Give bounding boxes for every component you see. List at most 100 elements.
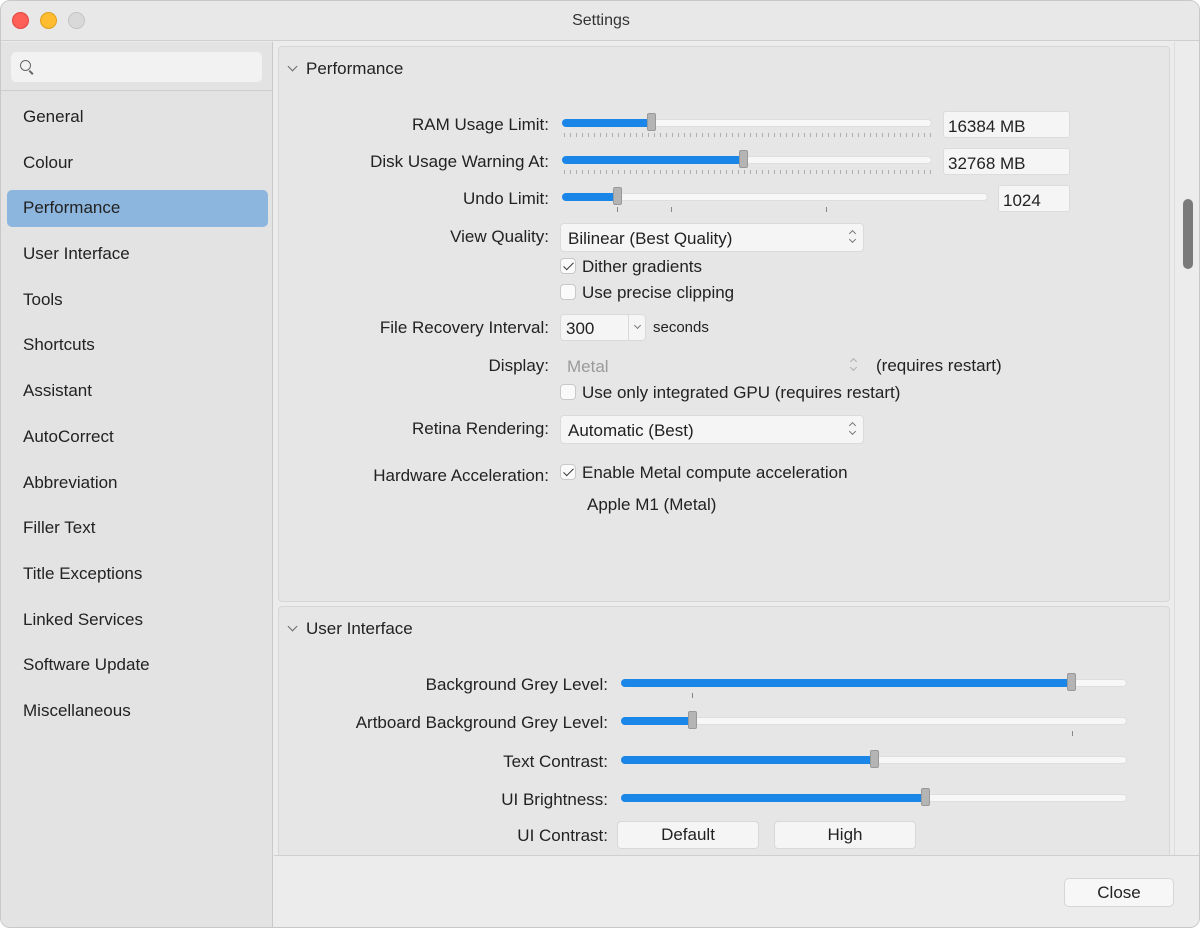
ui-contrast-high-button[interactable]: High <box>774 821 916 849</box>
sidebar-item-general[interactable]: General <box>1 94 272 140</box>
checkbox-unchecked[interactable] <box>560 384 576 400</box>
sidebar-item-label: Abbreviation <box>23 472 118 492</box>
sidebar: General Colour Performance User Interfac… <box>1 42 273 927</box>
sidebar-item-label: Colour <box>23 152 74 172</box>
sidebar-item-miscellaneous[interactable]: Miscellaneous <box>1 688 272 734</box>
sidebar-item-autocorrect[interactable]: AutoCorrect <box>1 414 272 460</box>
ui-contrast-label: UI Contrast: <box>517 826 608 845</box>
slider-fill <box>562 193 618 201</box>
file-recovery-label: File Recovery Interval: <box>379 318 549 337</box>
sidebar-item-linked-services[interactable]: Linked Services <box>1 597 272 643</box>
retina-rendering-value: Automatic (Best) <box>568 421 694 440</box>
slider-thumb[interactable] <box>870 750 879 768</box>
background-grey-slider[interactable] <box>621 673 1127 698</box>
chevron-down-icon[interactable] <box>628 315 645 340</box>
ram-limit-slider[interactable] <box>562 113 934 137</box>
ram-limit-field[interactable]: 16384 MB <box>943 111 1070 138</box>
file-recovery-value: 300 <box>566 319 595 338</box>
checkbox-unchecked[interactable] <box>560 284 576 300</box>
disk-warning-field[interactable]: 32768 MB <box>943 148 1070 175</box>
file-recovery-unit: seconds <box>653 319 709 336</box>
sidebar-item-assistant[interactable]: Assistant <box>1 368 272 414</box>
checkbox-checked[interactable] <box>560 464 576 480</box>
slider-fill <box>621 756 874 764</box>
disk-warning-label: Disk Usage Warning At: <box>370 152 549 171</box>
view-quality-label: View Quality: <box>450 227 549 246</box>
sidebar-item-title-exceptions[interactable]: Title Exceptions <box>1 551 272 597</box>
slider-fill <box>562 156 744 164</box>
slider-thumb[interactable] <box>739 150 749 168</box>
text-contrast-label: Text Contrast: <box>503 752 608 771</box>
performance-header-label: Performance <box>306 59 404 78</box>
sidebar-item-filler-text[interactable]: Filler Text <box>1 505 272 551</box>
slider-ticks <box>564 170 934 174</box>
ui-brightness-slider[interactable] <box>621 788 1127 806</box>
chevron-down-icon <box>287 621 298 632</box>
artboard-grey-label: Artboard Background Grey Level: <box>355 713 608 732</box>
search-field[interactable] <box>11 52 262 82</box>
view-quality-popup[interactable]: Bilinear (Best Quality) <box>560 223 864 252</box>
close-button[interactable]: Close <box>1064 878 1174 907</box>
slider-thumb[interactable] <box>920 788 930 806</box>
performance-header[interactable]: Performance <box>287 59 404 79</box>
user-interface-header[interactable]: User Interface <box>287 619 413 639</box>
slider-tick <box>826 207 827 212</box>
ram-limit-label: RAM Usage Limit: <box>412 115 549 134</box>
disk-warning-slider[interactable] <box>562 150 934 174</box>
chevron-down-icon <box>287 61 298 72</box>
slider-ticks <box>564 133 934 137</box>
undo-limit-label: Undo Limit: <box>463 189 549 208</box>
slider-track <box>621 717 1127 725</box>
undo-limit-slider[interactable] <box>562 187 988 212</box>
retina-rendering-label: Retina Rendering: <box>411 419 549 438</box>
display-label: Display: <box>488 356 549 375</box>
sidebar-item-label: Performance <box>23 198 121 218</box>
text-contrast-slider[interactable] <box>621 750 1127 768</box>
slider-tick <box>692 693 693 698</box>
sidebar-divider <box>1 90 272 91</box>
sidebar-item-label: User Interface <box>23 244 130 264</box>
sidebar-item-user-interface[interactable]: User Interface <box>1 231 272 277</box>
checkbox-checked[interactable] <box>560 258 576 274</box>
slider-fill <box>621 679 1072 687</box>
slider-thumb[interactable] <box>687 711 697 729</box>
artboard-grey-slider[interactable] <box>621 711 1127 736</box>
ui-brightness-label: UI Brightness: <box>501 790 608 809</box>
footer-bar: Close <box>274 855 1199 927</box>
up-down-arrows-icon <box>850 358 857 373</box>
ui-contrast-default-button[interactable]: Default <box>617 821 759 849</box>
slider-fill <box>621 794 925 802</box>
scrollbar-thumb[interactable] <box>1183 199 1193 269</box>
sidebar-item-shortcuts[interactable]: Shortcuts <box>1 322 272 368</box>
slider-thumb[interactable] <box>646 113 656 131</box>
slider-tick <box>671 207 672 212</box>
sidebar-item-label: Title Exceptions <box>23 563 143 583</box>
vertical-scrollbar[interactable] <box>1174 42 1199 855</box>
display-popup: Metal <box>560 352 864 381</box>
sidebar-item-colour[interactable]: Colour <box>1 140 272 186</box>
slider-thumb[interactable] <box>613 187 623 205</box>
slider-tick <box>617 207 618 212</box>
up-down-arrows-icon <box>849 422 856 437</box>
retina-rendering-popup[interactable]: Automatic (Best) <box>560 415 864 444</box>
slider-thumb[interactable] <box>1067 673 1077 691</box>
sidebar-item-tools[interactable]: Tools <box>1 277 272 323</box>
undo-limit-field[interactable]: 1024 <box>998 185 1070 212</box>
sidebar-item-label: Software Update <box>23 655 150 675</box>
performance-panel: Performance RAM Usage Limit: 16384 MB Di… <box>278 46 1170 602</box>
sidebar-item-label: General <box>23 107 84 126</box>
sidebar-item-performance[interactable]: Performance <box>1 185 272 231</box>
sidebar-item-label: Shortcuts <box>23 335 95 355</box>
file-recovery-combo[interactable]: 300 <box>560 314 646 341</box>
sidebar-item-label: AutoCorrect <box>23 426 114 446</box>
hardware-acceleration-label: Hardware Acceleration: <box>373 466 549 485</box>
sidebar-item-abbreviation[interactable]: Abbreviation <box>1 460 272 506</box>
search-icon <box>20 60 31 71</box>
window-title: Settings <box>572 12 630 29</box>
sidebar-item-software-update[interactable]: Software Update <box>1 642 272 688</box>
precise-clipping-label: Use precise clipping <box>582 283 735 302</box>
integrated-gpu-label: Use only integrated GPU (requires restar… <box>582 383 901 402</box>
slider-fill <box>621 717 692 725</box>
sidebar-item-label: Assistant <box>23 381 92 401</box>
background-grey-label: Background Grey Level: <box>425 675 608 694</box>
